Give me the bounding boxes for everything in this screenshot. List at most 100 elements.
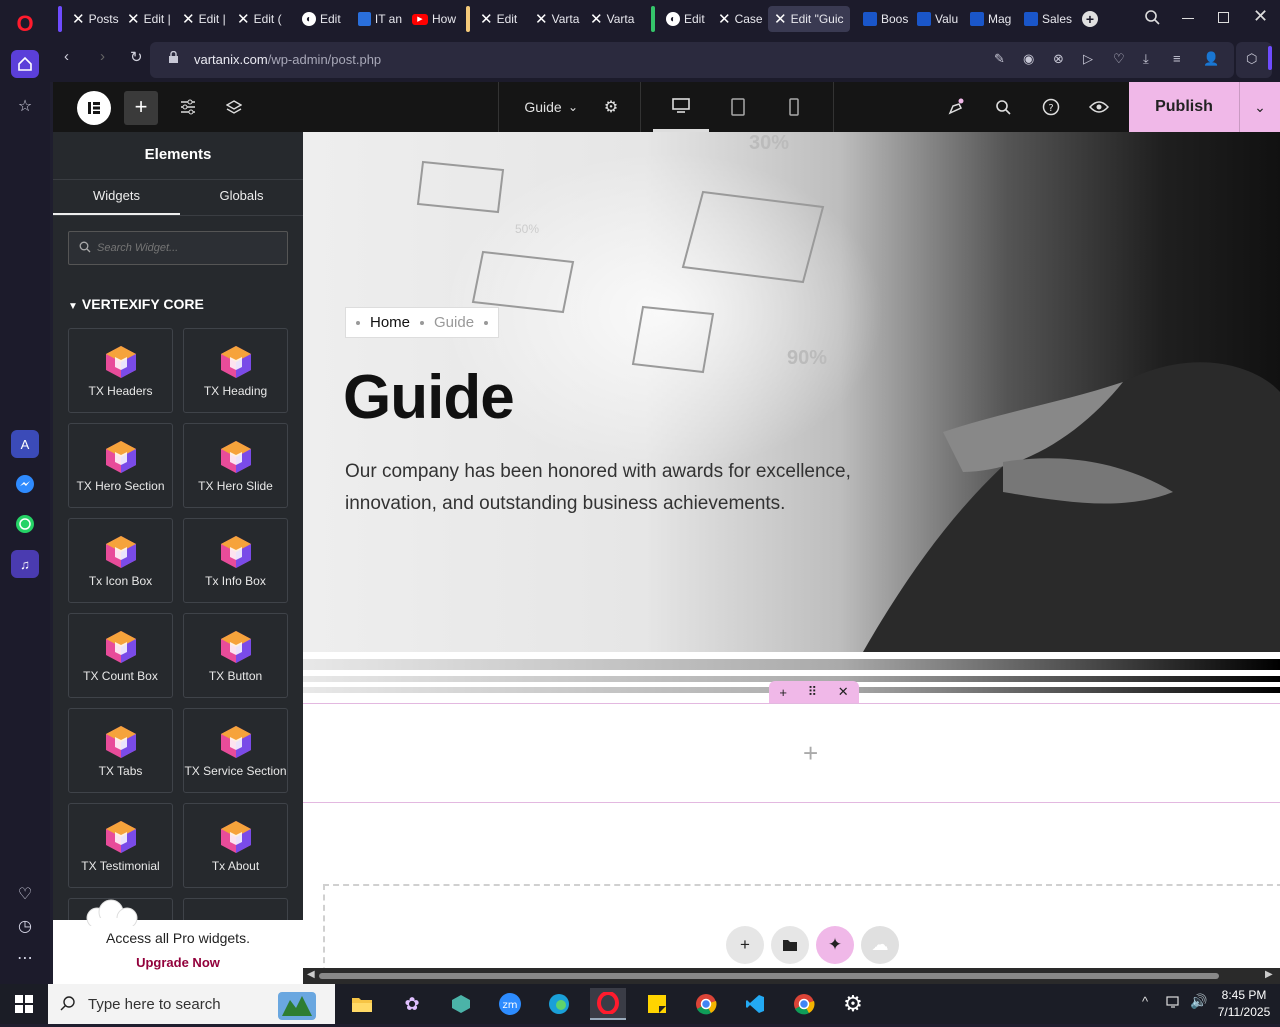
scroll-right-icon[interactable]: ▶: [1265, 969, 1273, 980]
hero-section[interactable]: 30% 90% 50% Home Guide Guide Our company…: [303, 132, 1280, 652]
widget-tile[interactable]: TX Tabs: [68, 708, 173, 793]
app-icon[interactable]: [443, 988, 479, 1020]
back-icon[interactable]: ‹: [64, 48, 69, 65]
publish-options-chevron-icon[interactable]: ⌄: [1240, 82, 1280, 132]
file-explorer-icon[interactable]: [344, 988, 380, 1020]
widget-tile[interactable]: TX Service Section: [183, 708, 288, 793]
browser-tab[interactable]: ✕ Edit "Guic: [768, 6, 850, 32]
browser-tab[interactable]: ◐ Edit: [296, 6, 346, 32]
breadcrumb-home[interactable]: Home: [370, 314, 410, 331]
upgrade-link[interactable]: Upgrade Now: [53, 955, 303, 970]
widget-tile[interactable]: Tx About: [183, 803, 288, 888]
maximize-icon[interactable]: [1218, 12, 1229, 23]
chevron-down-icon[interactable]: ⌄: [563, 82, 583, 132]
settings-gear-icon[interactable]: ⚙: [835, 988, 871, 1020]
tablet-view-icon[interactable]: [723, 82, 753, 132]
weather-widget-icon[interactable]: [276, 986, 318, 1022]
widget-tile[interactable]: TX Headers: [68, 328, 173, 413]
menu-icon[interactable]: ≡: [1173, 51, 1181, 66]
favorite-icon[interactable]: ♡: [1113, 51, 1125, 67]
browser-tab[interactable]: Boos: [857, 6, 909, 32]
help-icon[interactable]: ?: [1036, 82, 1066, 132]
search-icon[interactable]: [988, 82, 1018, 132]
opera-logo-icon[interactable]: O: [11, 10, 39, 38]
search-tabs-icon[interactable]: [1144, 9, 1160, 29]
publish-button[interactable]: Publish: [1129, 82, 1239, 132]
widget-tile[interactable]: TX Hero Slide: [183, 423, 288, 508]
home-icon[interactable]: [11, 50, 39, 78]
preview-eye-icon[interactable]: [1084, 82, 1114, 132]
tab-widgets[interactable]: Widgets: [53, 180, 180, 216]
ai-sparkle-icon[interactable]: ✦: [816, 926, 854, 964]
browser-tab[interactable]: Sales: [1018, 6, 1072, 32]
add-section-icon[interactable]: +: [779, 685, 787, 700]
reload-icon[interactable]: ↻: [130, 48, 143, 66]
chrome-icon[interactable]: [786, 988, 822, 1020]
browser-tab[interactable]: ✕ Edit: [474, 6, 528, 32]
tab-globals[interactable]: Globals: [178, 180, 303, 216]
new-tab-icon[interactable]: +: [1082, 11, 1098, 27]
widget-tile[interactable]: Tx Info Box: [183, 518, 288, 603]
url-text[interactable]: vartanix.com/wp-admin/post.php: [194, 52, 381, 67]
add-widget-plus-icon[interactable]: +: [803, 738, 818, 769]
scroll-left-icon[interactable]: ◀: [307, 969, 315, 980]
kit-icon[interactable]: ☁: [861, 926, 899, 964]
network-icon[interactable]: [1166, 994, 1182, 1013]
notifications-icon[interactable]: [941, 82, 971, 132]
delete-section-icon[interactable]: ✕: [838, 684, 849, 700]
forward-icon[interactable]: ›: [100, 48, 105, 65]
elementor-logo-icon[interactable]: [77, 91, 111, 125]
app-icon[interactable]: ✿: [394, 988, 430, 1020]
add-element-button[interactable]: +: [124, 91, 158, 125]
history-icon[interactable]: ◷: [11, 912, 39, 940]
desktop-view-icon[interactable]: [653, 82, 709, 132]
close-window-icon[interactable]: ✕: [1253, 6, 1268, 27]
widget-tile[interactable]: TX Testimonial: [68, 803, 173, 888]
adblock-icon[interactable]: ⊗: [1053, 51, 1064, 67]
browser-tab[interactable]: ✕ Posts: [66, 6, 120, 32]
horizontal-scrollbar[interactable]: ◀ ▶: [303, 968, 1280, 984]
category-heading[interactable]: ▼ VERTEXIFY CORE: [68, 296, 204, 312]
empty-section[interactable]: +: [303, 703, 1280, 803]
hero-title[interactable]: Guide: [343, 362, 515, 433]
profile-icon[interactable]: 👤: [1203, 51, 1219, 67]
music-icon[interactable]: ♫: [11, 550, 39, 578]
browser-tab[interactable]: ✕ Edit |: [176, 6, 230, 32]
layers-icon[interactable]: [219, 82, 249, 132]
widget-tile[interactable]: TX Hero Section: [68, 423, 173, 508]
snap-icon[interactable]: ✎: [994, 51, 1005, 67]
browser-tab[interactable]: ✕ Varta: [584, 6, 638, 32]
browser-tab[interactable]: IT an: [352, 6, 402, 32]
widget-tile[interactable]: TX Button: [183, 613, 288, 698]
whatsapp-icon[interactable]: [11, 510, 39, 538]
widget-tile[interactable]: TX Count Box: [68, 613, 173, 698]
clock-date[interactable]: 7/11/2025: [1214, 1005, 1274, 1019]
heart-icon[interactable]: ♡: [11, 880, 39, 908]
opera-taskbar-icon[interactable]: [590, 988, 626, 1020]
send-icon[interactable]: ▷: [1083, 51, 1093, 67]
browser-tab[interactable]: ✕ Varta: [529, 6, 583, 32]
page-settings-gear-icon[interactable]: ⚙: [598, 82, 624, 132]
browser-tab[interactable]: ◐ Edit: [660, 6, 710, 32]
vscode-icon[interactable]: [737, 988, 773, 1020]
browser-tab[interactable]: ▶ How: [406, 6, 458, 32]
template-library-folder-icon[interactable]: [771, 926, 809, 964]
camera-icon[interactable]: ◉: [1023, 51, 1034, 67]
more-icon[interactable]: ⋯: [11, 944, 39, 972]
messenger-icon[interactable]: [11, 470, 39, 498]
browser-tab[interactable]: Mag: [964, 6, 1016, 32]
clock-time[interactable]: 8:45 PM: [1214, 988, 1274, 1002]
search-widget-input[interactable]: [68, 231, 288, 265]
scrollbar-thumb[interactable]: [319, 973, 1219, 979]
hero-description[interactable]: Our company has been honored with awards…: [345, 456, 905, 520]
widget-tile[interactable]: TX Heading: [183, 328, 288, 413]
minimize-icon[interactable]: [1182, 18, 1194, 19]
chrome-icon[interactable]: [688, 988, 724, 1020]
browser-tab[interactable]: ✕ Case: [712, 6, 766, 32]
download-icon[interactable]: ⤓: [1143, 51, 1149, 67]
aria-icon[interactable]: A: [11, 430, 39, 458]
tray-chevron-up-icon[interactable]: ^: [1142, 994, 1148, 1009]
widget-tile[interactable]: Tx Icon Box: [68, 518, 173, 603]
settings-sliders-icon[interactable]: [173, 82, 203, 132]
browser-tab[interactable]: ✕ Edit |: [121, 6, 175, 32]
